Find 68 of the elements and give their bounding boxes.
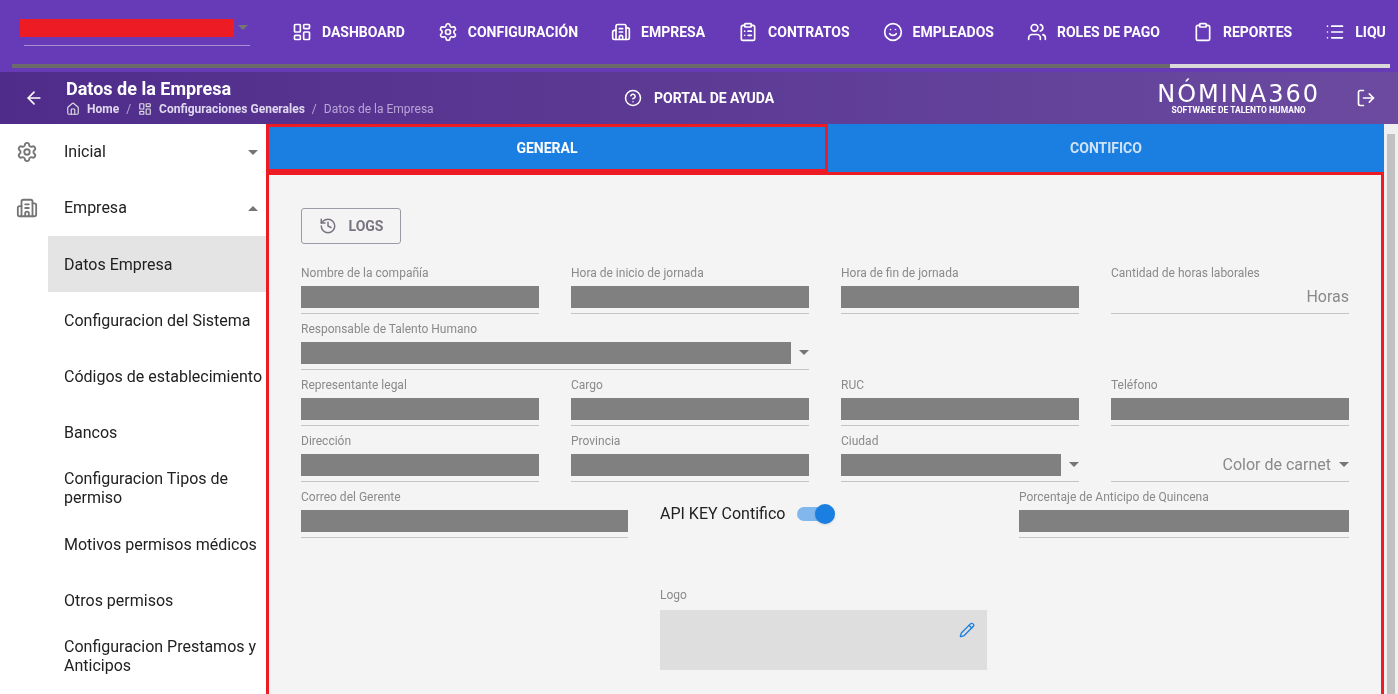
field-placeholder: Color de carnet bbox=[1222, 453, 1331, 476]
field-label: RUC bbox=[841, 378, 865, 392]
field-label: Teléfono bbox=[1111, 378, 1159, 392]
sidebar-item[interactable]: Configuracion Prestamos y Anticipos bbox=[48, 628, 266, 684]
scrollbar-thumb[interactable] bbox=[1387, 134, 1395, 694]
breadcrumb-link[interactable]: Datos de la Empresa bbox=[323, 100, 434, 118]
nav-link[interactable]: DASHBOARD bbox=[292, 21, 405, 43]
sidebar-item[interactable]: Configuracion Tipos de permiso bbox=[48, 460, 266, 516]
breadcrumb-separator: / bbox=[126, 101, 132, 118]
dashboard-icon bbox=[292, 22, 312, 42]
toggle-label: API KEY Contifico bbox=[660, 503, 786, 525]
caret-icon bbox=[248, 149, 258, 155]
unit-suffix: Horas bbox=[1306, 285, 1349, 308]
field-label: Ciudad bbox=[841, 434, 880, 448]
toggle-switch[interactable] bbox=[797, 507, 834, 521]
nav-link[interactable]: LIQU bbox=[1325, 21, 1386, 43]
sidebar-group[interactable]: Inicial bbox=[0, 124, 266, 180]
clipboard-icon bbox=[738, 22, 759, 42]
breadcrumb-separator: / bbox=[311, 101, 317, 118]
help-icon bbox=[624, 89, 642, 107]
building-icon bbox=[16, 197, 38, 219]
sidebar-item[interactable]: Bancos bbox=[48, 404, 266, 460]
sidebar-item[interactable]: Motivos permisos médicos bbox=[48, 516, 266, 572]
field-label: Hora de fin de jornada bbox=[841, 266, 960, 280]
nav-link[interactable]: CONFIGURACIÓN bbox=[437, 21, 579, 43]
breadcrumb-link[interactable]: Home bbox=[87, 100, 120, 118]
users-icon bbox=[1026, 22, 1047, 42]
field-label: Nombre de la compañía bbox=[301, 266, 430, 280]
tab[interactable]: GENERAL bbox=[266, 124, 828, 172]
caret-icon bbox=[799, 350, 809, 355]
sidebar-group[interactable]: Empresa bbox=[0, 180, 266, 236]
smiley-icon bbox=[882, 22, 903, 42]
field-label: Cargo bbox=[571, 378, 604, 392]
field-label: Dirección bbox=[301, 434, 353, 448]
field-label: Provincia bbox=[571, 434, 622, 448]
edit-icon[interactable] bbox=[959, 622, 975, 638]
settings-icon bbox=[16, 141, 38, 163]
page-title: Datos de la Empresa bbox=[66, 78, 233, 100]
history-icon bbox=[318, 217, 337, 235]
caret-icon bbox=[1339, 462, 1349, 467]
home-icon bbox=[66, 102, 80, 116]
nav-link[interactable]: EMPLEADOS bbox=[882, 21, 994, 43]
nav-link[interactable]: EMPRESA bbox=[611, 21, 706, 43]
field-label: Correo del Gerente bbox=[301, 490, 402, 504]
help-link[interactable]: PORTAL DE AYUDA bbox=[624, 87, 775, 109]
settings-icon bbox=[437, 22, 458, 42]
field-label: Cantidad de horas laborales bbox=[1111, 266, 1261, 280]
list-icon bbox=[1325, 22, 1346, 42]
caret-icon bbox=[238, 25, 248, 30]
logs-button[interactable]: LOGS bbox=[301, 208, 401, 244]
logout-icon[interactable] bbox=[1356, 88, 1376, 108]
nav-link[interactable]: REPORTES bbox=[1192, 21, 1293, 43]
logo-label: Logo bbox=[660, 587, 688, 604]
sidebar-item[interactable]: Datos Empresa bbox=[48, 236, 266, 292]
nav-link[interactable]: CONTRATOS bbox=[738, 21, 850, 43]
sidebar-item[interactable]: Configuracion del Sistema bbox=[48, 292, 266, 348]
caret-icon bbox=[1069, 462, 1079, 467]
dashboard-icon bbox=[138, 102, 153, 116]
field-label: Hora de inicio de jornada bbox=[571, 266, 705, 280]
sidebar-item[interactable]: Otros permisos bbox=[48, 572, 266, 628]
field-label: Responsable de Talento Humano bbox=[301, 322, 478, 336]
caret-icon bbox=[248, 205, 258, 211]
building-icon bbox=[611, 22, 632, 42]
breadcrumb-link[interactable]: Configuraciones Generales bbox=[159, 100, 305, 118]
field-label: Representante legal bbox=[301, 378, 408, 392]
nav-link[interactable]: ROLES DE PAGO bbox=[1026, 21, 1160, 43]
sidebar-item[interactable]: Códigos de establecimiento bbox=[48, 348, 266, 404]
field-label: Porcentaje de Anticipo de Quincena bbox=[1019, 490, 1210, 504]
